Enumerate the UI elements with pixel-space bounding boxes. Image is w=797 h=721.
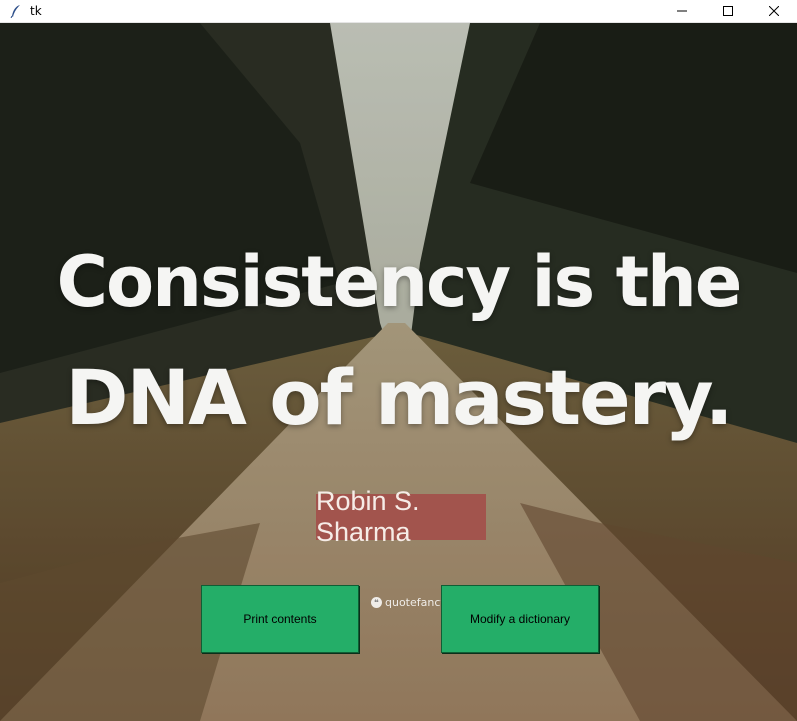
quote-line-2: DNA of mastery. (65, 353, 733, 442)
window-title: tk (30, 4, 42, 18)
feather-icon (8, 3, 24, 19)
maximize-button[interactable] (705, 0, 751, 22)
modify-dictionary-button[interactable]: Modify a dictionary (441, 585, 599, 653)
background-canvas: Consistency is the DNA of mastery. Robin… (0, 23, 797, 721)
quote-author: Robin S. Sharma (316, 486, 486, 547)
print-contents-button[interactable]: Print contents (201, 585, 359, 653)
watermark-text: quotefancy (385, 596, 447, 609)
quote-line-1: Consistency is the (56, 241, 743, 323)
quotefancy-watermark: ❝ quotefancy (371, 596, 447, 609)
window-controls (659, 0, 797, 22)
minimize-button[interactable] (659, 0, 705, 22)
quote-mark-icon: ❝ (371, 597, 382, 608)
title-bar: tk (0, 0, 797, 23)
close-button[interactable] (751, 0, 797, 22)
close-icon (769, 6, 779, 16)
minimize-icon (677, 10, 687, 12)
maximize-icon (723, 6, 733, 16)
